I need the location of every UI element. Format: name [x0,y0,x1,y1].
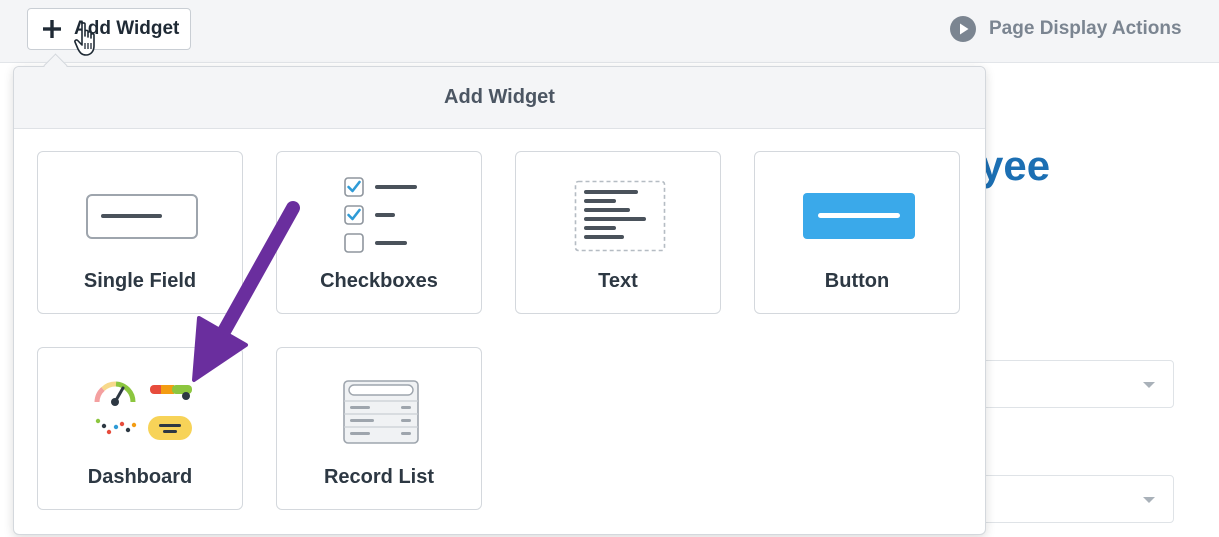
hand-cursor-icon [74,22,95,56]
page-heading-fragment: yee [980,142,1051,189]
widget-label: Button [824,270,890,292]
widget-tile-text[interactable]: Text [515,151,721,314]
top-toolbar: Add Widget Page Display Actions [0,0,1219,63]
checkboxes-icon [344,177,417,253]
caret-down-icon [1143,497,1155,503]
record-list-icon [343,380,419,444]
plus-icon [43,20,61,38]
background-select-2[interactable] [970,475,1174,523]
widget-tile-record-list[interactable]: Record List [276,347,482,510]
popup-title: Add Widget [14,67,985,129]
widget-tile-checkboxes[interactable]: Checkboxes [276,151,482,314]
page-display-actions-button[interactable]: Page Display Actions [950,16,1182,42]
background-select-1[interactable] [970,360,1174,408]
text-icon [574,180,666,252]
widget-tile-single-field[interactable]: Single Field [37,151,243,314]
widget-label: Text [598,270,638,292]
widget-label: Single Field [83,270,197,292]
page-display-actions-label: Page Display Actions [989,18,1182,39]
widget-label: Record List [323,466,435,488]
widget-label: Checkboxes [320,270,438,292]
dashboard-icon [94,381,192,440]
widget-tile-button[interactable]: Button [754,151,960,314]
button-icon [803,193,915,239]
widget-tile-dashboard[interactable]: Dashboard [37,347,243,510]
single-field-icon [86,194,198,239]
add-widget-popup: Add Widget Single Field Checkboxes Text … [13,66,986,535]
add-widget-button[interactable]: Add Widget [27,8,191,50]
caret-down-icon [1143,382,1155,388]
widget-label: Dashboard [87,466,193,488]
play-circle-icon [950,16,976,42]
